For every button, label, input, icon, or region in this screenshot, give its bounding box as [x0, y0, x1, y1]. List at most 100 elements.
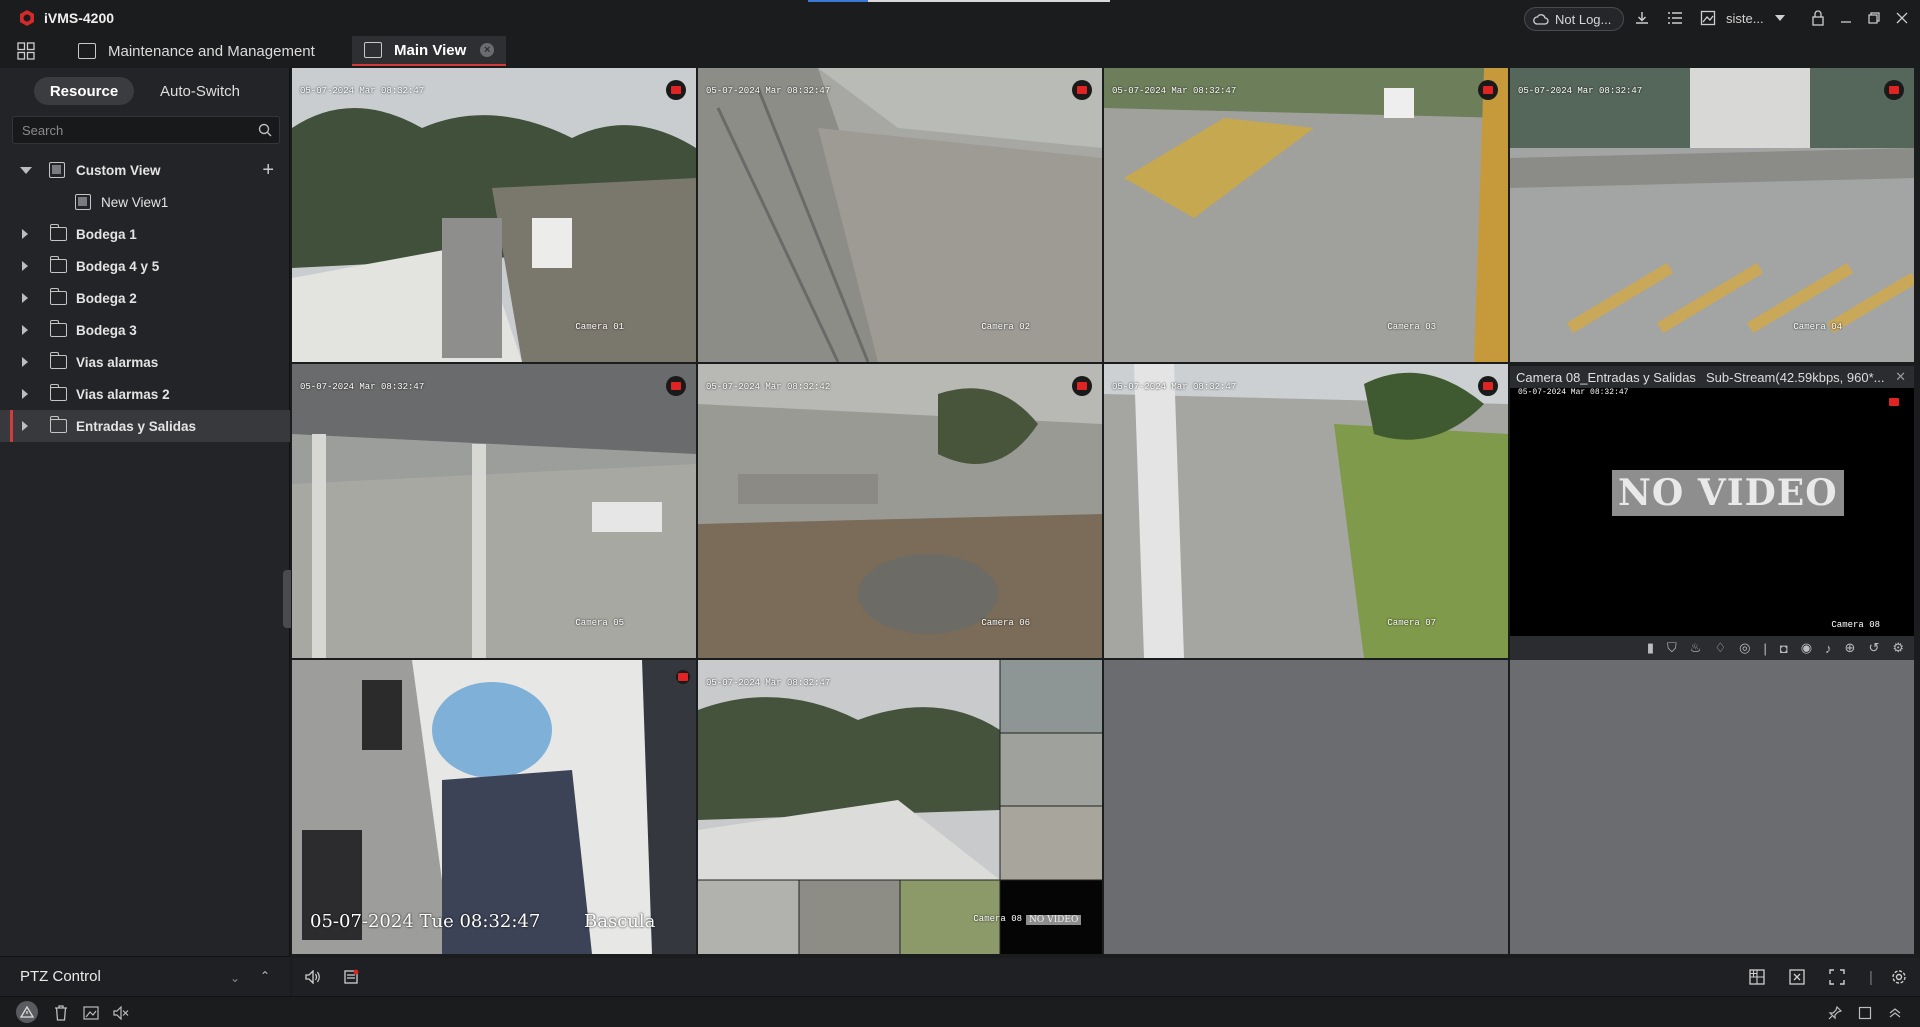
collapse-caret-icon[interactable] — [20, 166, 32, 174]
window-icon[interactable] — [1856, 1004, 1874, 1022]
osd-camera-name: Camera 08 — [1831, 620, 1880, 630]
expand-caret-icon[interactable] — [22, 389, 28, 399]
view-group-icon — [49, 162, 65, 178]
mute-icon[interactable] — [112, 1004, 130, 1022]
video-window-bascula[interactable]: 05-07-2024 Tue 08:32:47 Bascula — [292, 660, 696, 954]
video-window-camera-02[interactable]: 05-07-2024 Mar 08:32:47 Camera 02 — [698, 68, 1102, 362]
add-view-icon[interactable]: + — [262, 159, 274, 182]
tree-item-new-view1[interactable]: New View1 — [0, 186, 290, 218]
recording-icon[interactable] — [666, 80, 686, 100]
tree-item-custom-view[interactable]: Custom View + — [0, 154, 290, 186]
tab-main-view[interactable]: Main View × — [352, 36, 507, 66]
panel-collapse-handle[interactable] — [283, 570, 291, 628]
video-window-empty[interactable] — [1510, 660, 1914, 954]
minimize-icon[interactable] — [1836, 8, 1856, 28]
recording-icon[interactable] — [1072, 80, 1092, 100]
recording-icon[interactable] — [676, 670, 690, 684]
expand-caret-icon[interactable] — [22, 421, 28, 431]
tree-item-bodega-1[interactable]: Bodega 1 — [0, 218, 290, 250]
video-window-camera-04[interactable]: 05-07-2024 Mar 08:32:47 Camera 04 — [1510, 68, 1914, 362]
gear-icon[interactable] — [1890, 968, 1908, 986]
recording-icon[interactable] — [1478, 80, 1498, 100]
chevron-down-icon[interactable]: ⌄ — [230, 971, 240, 985]
video-window-camera-08[interactable]: Camera 08_Entradas y Salidas Sub-Stream(… — [1510, 366, 1914, 660]
tree-item-label: Custom View — [76, 162, 161, 178]
lock-icon[interactable] — [1808, 8, 1828, 28]
tree-item-label: Bodega 2 — [76, 290, 137, 306]
ptz-icon[interactable]: ⚙ — [1892, 640, 1904, 656]
tree-item-vias-alarmas[interactable]: Vias alarmas — [0, 346, 290, 378]
video-window-camera-03[interactable]: 05-07-2024 Mar 08:32:47 Camera 03 — [1104, 68, 1508, 362]
chevron-up-icon[interactable]: ⌃ — [260, 969, 270, 983]
close-icon[interactable] — [1892, 8, 1912, 28]
video-window-camera-01[interactable]: 05-07-2024 Mar 08:32:47 Camera 01 — [292, 68, 696, 362]
osd-camera-name: Camera 06 — [981, 618, 1030, 628]
tree-item-vias-alarmas-2[interactable]: Vias alarmas 2 — [0, 378, 290, 410]
picture-icon[interactable] — [82, 1004, 100, 1022]
stop-playback-icon[interactable]: ▮ — [1647, 640, 1654, 656]
pin-icon[interactable] — [1826, 1004, 1844, 1022]
download-icon[interactable] — [1632, 8, 1652, 28]
trash-icon[interactable] — [52, 1004, 70, 1022]
recording-icon[interactable] — [1478, 376, 1498, 396]
close-window-icon[interactable]: ✕ — [1895, 369, 1906, 385]
app-grid-icon[interactable] — [16, 41, 36, 61]
alarm-warning-icon[interactable] — [16, 1001, 38, 1023]
tab-label: Maintenance and Management — [108, 42, 315, 60]
tab-close-icon[interactable]: × — [480, 43, 495, 57]
resource-tab[interactable]: Resource — [34, 77, 134, 105]
user-dropdown-icon[interactable] — [1770, 8, 1790, 28]
video-window-empty[interactable] — [1104, 660, 1508, 954]
remote-playback-icon[interactable]: ⛉ — [1667, 640, 1677, 656]
tree-item-bodega-4-y-5[interactable]: Bodega 4 y 5 — [0, 250, 290, 282]
video-window-camera-05[interactable]: 05-07-2024 Mar 08:32:47 Camera 05 — [292, 364, 696, 658]
image-icon[interactable] — [1698, 8, 1718, 28]
tab-maintenance-and-management[interactable]: Maintenance and Management — [68, 36, 325, 66]
recording-icon[interactable] — [1884, 80, 1904, 100]
flame-icon[interactable]: ♢ — [1714, 640, 1726, 656]
expand-caret-icon[interactable] — [22, 229, 28, 239]
fullscreen-icon[interactable] — [1828, 968, 1846, 986]
video-window-camera-06[interactable]: 05-07-2024 Mar 08:32:42 Camera 06 — [698, 364, 1102, 658]
auto-switch-tab[interactable]: Auto-Switch — [134, 77, 266, 105]
chevron-up-icon[interactable] — [1886, 1004, 1904, 1022]
zoom-in-icon[interactable]: ⊕ — [1845, 640, 1856, 656]
window-division-icon[interactable] — [1748, 968, 1766, 986]
stop-all-recording-icon[interactable] — [342, 968, 360, 986]
camera-08-title: Camera 08_Entradas y Salidas — [1516, 369, 1696, 385]
tree-item-entradas-y-salidas[interactable]: Entradas y Salidas — [0, 410, 290, 442]
ptz-control-header[interactable]: PTZ Control ⌄ ⌃ — [0, 956, 290, 996]
record-icon[interactable]: ◉ — [1801, 640, 1812, 656]
fire-icon[interactable]: ♨ — [1690, 640, 1702, 656]
recording-icon[interactable] — [666, 376, 686, 396]
restore-icon[interactable] — [1864, 8, 1884, 28]
username-label[interactable]: siste... — [1726, 11, 1764, 26]
ptz-control-label: PTZ Control — [20, 968, 101, 985]
recording-icon[interactable] — [1072, 376, 1092, 396]
capture-camera-icon[interactable]: ◘ — [1780, 641, 1788, 656]
search-icon[interactable] — [258, 123, 272, 137]
expand-caret-icon[interactable] — [22, 325, 28, 335]
recording-icon[interactable] — [1884, 392, 1904, 412]
tree-item-bodega-2[interactable]: Bodega 2 — [0, 282, 290, 314]
expand-caret-icon[interactable] — [22, 261, 28, 271]
expand-caret-icon[interactable] — [22, 293, 28, 303]
microphone-icon[interactable]: ♪ — [1825, 641, 1832, 656]
osd-camera-name: Camera 07 — [1387, 618, 1436, 628]
osd-camera-name: Bascula — [584, 911, 656, 932]
volume-icon[interactable] — [304, 968, 322, 986]
osd-timestamp: 05-07-2024 Mar 08:32:47 — [1112, 86, 1237, 96]
video-window-camera-07[interactable]: 05-07-2024 Mar 08:32:47 Camera 07 — [1104, 364, 1508, 658]
expand-caret-icon[interactable] — [22, 357, 28, 367]
video-window-mosaic[interactable]: 05-07-2024 Mar 08:32:47 Camera 08 NO VID… — [698, 660, 1102, 954]
folder-icon — [49, 288, 67, 305]
task-list-icon[interactable] — [1665, 8, 1685, 28]
login-status-button[interactable]: Not Log... — [1524, 7, 1624, 31]
close-all-windows-icon[interactable] — [1788, 968, 1806, 986]
record-target-icon[interactable]: ◎ — [1739, 640, 1750, 656]
instant-playback-icon[interactable]: ↺ — [1868, 640, 1879, 656]
tree-item-bodega-3[interactable]: Bodega 3 — [0, 314, 290, 346]
search-input[interactable] — [13, 117, 243, 143]
folder-icon — [49, 224, 67, 241]
folder-icon — [49, 416, 67, 433]
